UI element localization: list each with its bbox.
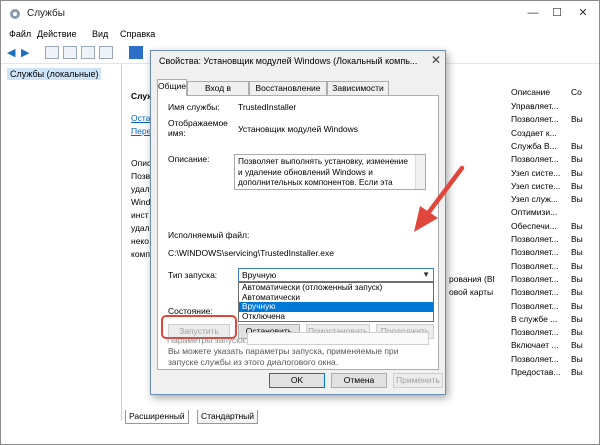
startup-type-dropdown: Автоматически (отложенный запуск) Автома… bbox=[238, 282, 434, 322]
description-label: Описание: bbox=[168, 154, 210, 164]
start-params-hint: Вы можете указать параметры запуска, при… bbox=[168, 346, 399, 367]
description-box[interactable]: Позволяет выполнять установку, изменение… bbox=[234, 154, 426, 190]
service-row-description[interactable]: Позволяет... bbox=[511, 154, 559, 164]
service-row-state[interactable]: Вы bbox=[571, 367, 583, 377]
service-row-description[interactable]: Узел систе... bbox=[511, 168, 560, 178]
service-row-state[interactable]: Вы bbox=[571, 194, 583, 204]
export-icon[interactable] bbox=[99, 46, 113, 59]
menu-bar: Файл Действие Вид Справка bbox=[1, 27, 599, 43]
tab-recovery[interactable]: Восстановление bbox=[249, 81, 327, 95]
side-desc-line: инст bbox=[131, 210, 149, 220]
service-row-description[interactable]: Позволяет... bbox=[511, 234, 559, 244]
service-row-state[interactable]: Вы bbox=[571, 340, 583, 350]
service-row-description[interactable]: В службе ... bbox=[511, 314, 557, 324]
service-row-description[interactable]: Позволяет... bbox=[511, 354, 559, 364]
navigation-tree: Службы (локальные) bbox=[3, 65, 122, 421]
service-row-description[interactable]: Оптимизи... bbox=[511, 207, 557, 217]
startup-type-value: Вручную bbox=[242, 270, 277, 280]
maximize-button[interactable]: ☐ bbox=[549, 5, 565, 21]
dialog-tabs: Общие Вход в систему Восстановление Зави… bbox=[157, 79, 439, 106]
executable-path: C:\WINDOWS\servicing\TrustedInstaller.ex… bbox=[168, 248, 334, 258]
service-row-state[interactable]: Вы bbox=[571, 181, 583, 191]
service-row-description[interactable]: Узел служ... bbox=[511, 194, 558, 204]
chevron-down-icon: ▼ bbox=[422, 270, 430, 279]
forward-icon[interactable]: ▶ bbox=[21, 46, 29, 59]
service-row-description[interactable]: Предостав... bbox=[511, 367, 560, 377]
service-row-state[interactable]: Вы bbox=[571, 234, 583, 244]
menu-file[interactable]: Файл bbox=[9, 29, 31, 39]
service-row-state[interactable]: Вы bbox=[571, 314, 583, 324]
service-row-description[interactable]: Служба B... bbox=[511, 141, 557, 151]
service-row-state[interactable]: Вы bbox=[571, 287, 583, 297]
service-row-description[interactable]: Позволяет... bbox=[511, 287, 559, 297]
service-row-state[interactable]: Вы bbox=[571, 168, 583, 178]
title-bar: Службы — ☐ ✕ bbox=[1, 1, 599, 27]
dialog-title: Свойства: Установщик модулей Windows (Ло… bbox=[159, 56, 418, 66]
startup-type-select[interactable]: Вручную ▼ bbox=[238, 268, 434, 282]
executable-label: Исполняемый файл: bbox=[168, 230, 250, 240]
service-row-description[interactable]: Включает ... bbox=[511, 340, 559, 350]
apply-button[interactable]: Применить bbox=[393, 373, 443, 388]
service-row-state[interactable]: Вы bbox=[571, 301, 583, 311]
minimize-button[interactable]: — bbox=[525, 5, 541, 21]
tab-extended[interactable]: Расширенный bbox=[125, 410, 189, 424]
list-view-icon[interactable] bbox=[63, 46, 77, 59]
service-row-description[interactable]: Позволяет... bbox=[511, 274, 559, 284]
pointer-arrow-icon bbox=[414, 165, 465, 232]
tree-node-services-local[interactable]: Службы (локальные) bbox=[7, 68, 102, 80]
description-text: Позволяет выполнять установку, изменение… bbox=[238, 156, 409, 189]
startup-type-label: Тип запуска: bbox=[168, 270, 218, 280]
show-hide-tree-icon[interactable] bbox=[45, 46, 59, 59]
service-row-description[interactable]: Позволяет... bbox=[511, 114, 559, 124]
service-row-state[interactable]: Вы bbox=[571, 221, 583, 231]
service-row-description[interactable]: Позволяет... bbox=[511, 261, 559, 271]
startup-option-disabled[interactable]: Отключена bbox=[239, 311, 433, 322]
start-params-label: Параметры запуска: bbox=[167, 335, 248, 345]
service-row-name-partial[interactable]: овой карты bbox=[449, 287, 493, 297]
service-row-state[interactable]: Вы bbox=[571, 154, 583, 164]
menu-help[interactable]: Справка bbox=[120, 29, 155, 39]
service-row-state[interactable]: Вы bbox=[571, 354, 583, 364]
dialog-close-button[interactable]: ✕ bbox=[431, 53, 441, 67]
service-row-description[interactable]: Узел систе... bbox=[511, 181, 560, 191]
service-row-description[interactable]: Создает к... bbox=[511, 128, 557, 138]
menu-action[interactable]: Действие bbox=[37, 29, 77, 39]
service-row-description[interactable]: Позволяет... bbox=[511, 247, 559, 257]
side-desc-line: комп bbox=[131, 249, 150, 259]
display-name-label: Отображаемое имя: bbox=[168, 118, 228, 138]
service-row-state[interactable]: Вы bbox=[571, 274, 583, 284]
service-row-description[interactable]: Обеспечи... bbox=[511, 221, 557, 231]
service-row-state[interactable]: Вы bbox=[571, 327, 583, 337]
ok-button[interactable]: OK bbox=[269, 373, 325, 388]
column-header-state[interactable]: Со bbox=[571, 87, 582, 97]
window-title: Службы bbox=[27, 8, 65, 19]
side-desc-line: удал bbox=[131, 223, 150, 233]
column-header-description[interactable]: Описание bbox=[511, 87, 550, 97]
display-name-value: Установщик модулей Windows bbox=[238, 124, 359, 134]
service-row-name-partial[interactable]: рования (BI bbox=[449, 274, 495, 284]
service-name-value: TrustedInstaller bbox=[238, 102, 297, 112]
service-row-state[interactable]: Вы bbox=[571, 247, 583, 257]
start-params-input[interactable] bbox=[247, 332, 429, 345]
close-button[interactable]: ✕ bbox=[575, 5, 591, 21]
cancel-button[interactable]: Отмена bbox=[331, 373, 387, 388]
tab-standard[interactable]: Стандартный bbox=[197, 410, 259, 424]
refresh-icon[interactable] bbox=[81, 46, 95, 59]
tab-dependencies[interactable]: Зависимости bbox=[327, 81, 389, 95]
tab-general[interactable]: Общие bbox=[157, 79, 187, 96]
menu-view[interactable]: Вид bbox=[92, 29, 108, 39]
service-row-description[interactable]: Позволяет... bbox=[511, 327, 559, 337]
services-gear-icon bbox=[10, 9, 20, 19]
service-row-state[interactable]: Вы bbox=[571, 141, 583, 151]
service-row-state[interactable]: Вы bbox=[571, 114, 583, 124]
back-icon[interactable]: ◀ bbox=[7, 46, 15, 59]
service-row-description[interactable]: Позволяет... bbox=[511, 301, 559, 311]
service-row-state[interactable]: Вы bbox=[571, 261, 583, 271]
service-row-description[interactable]: Управляет... bbox=[511, 101, 558, 111]
service-name-label: Имя службы: bbox=[168, 102, 220, 112]
side-desc-line: неко bbox=[131, 236, 149, 246]
tab-logon[interactable]: Вход в систему bbox=[187, 81, 249, 106]
help-icon[interactable] bbox=[129, 46, 143, 59]
